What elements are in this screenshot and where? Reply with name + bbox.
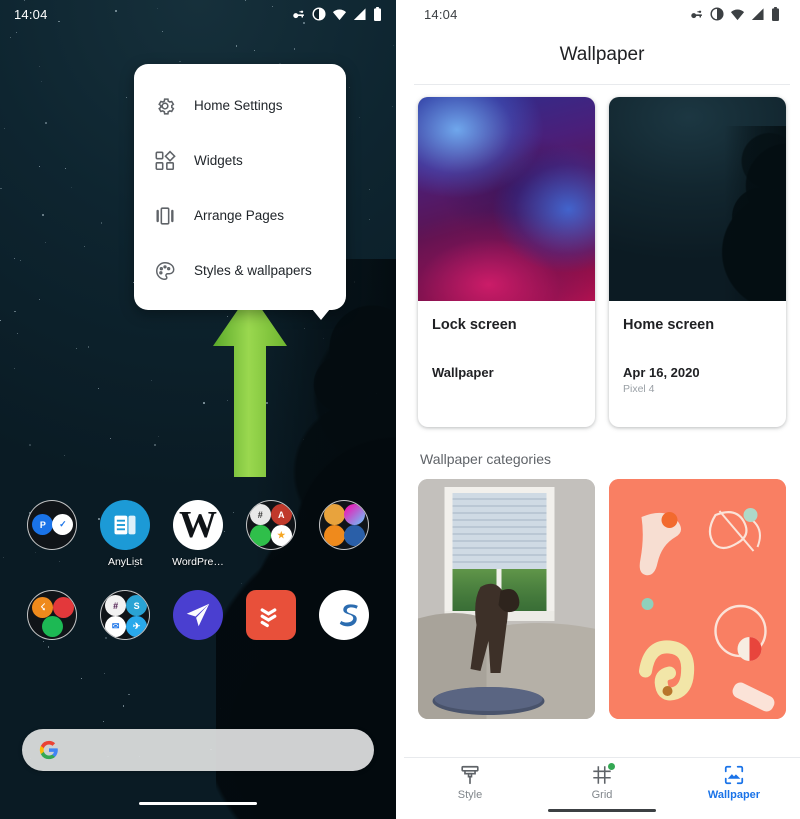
preview-detail: Pixel 4 (623, 383, 655, 395)
cellular-signal-icon (353, 7, 367, 21)
folder-chat-apps[interactable]: # S ✉ ✈ (93, 590, 157, 646)
grid-icon (591, 763, 615, 786)
status-time: 14:04 (424, 6, 458, 22)
cellular-signal-icon (751, 7, 765, 21)
grid-badge-dot (608, 763, 615, 770)
wifi-icon (332, 8, 347, 21)
my-photos-category[interactable] (418, 479, 595, 719)
folder-blue-apps[interactable]: P ✓ (20, 500, 84, 556)
wallpaper-preview-row: Lock screen Wallpaper Home screen Apr 16… (404, 85, 800, 427)
coral-abstract-shapes (609, 479, 786, 719)
preview-meta: Lock screen Wallpaper (418, 301, 595, 427)
widgets-icon (154, 150, 176, 172)
status-icons (291, 7, 382, 21)
google-g-icon (39, 740, 58, 760)
dog-at-window-photo (418, 479, 595, 719)
nav-label: Style (457, 789, 483, 801)
preview-title: Lock screen (432, 317, 517, 333)
battery-icon (373, 7, 382, 21)
bottom-navigation-bar: Style Grid Wallpaper (404, 757, 800, 819)
preview-title: Home screen (623, 317, 715, 333)
wordpress-app[interactable]: W WordPre… (166, 500, 230, 568)
preview-subtitle: Apr 16, 2020 (623, 365, 700, 380)
preview-subtitle: Wallpaper (432, 365, 494, 380)
page-title: Wallpaper (559, 44, 645, 65)
google-search-bar[interactable] (22, 729, 374, 771)
do-not-disturb-icon (710, 7, 724, 21)
status-bar: 14:04 (0, 0, 396, 28)
nav-label: Wallpaper (707, 789, 761, 801)
menu-item-label: Arrange Pages (194, 208, 285, 223)
wallpaper-frame-icon (723, 764, 745, 786)
todoist-app[interactable] (239, 590, 303, 646)
wifi-icon (730, 8, 745, 21)
right-phone-wallpaper-app: 14:04 Wallpaper Lock screen Wallpaper Ho… (404, 0, 800, 819)
nav-tab-wallpaper[interactable]: Wallpaper (668, 764, 800, 801)
spark-mail-app[interactable] (166, 590, 230, 646)
menu-item-styles-wallpapers[interactable]: Styles & wallpapers (134, 243, 346, 298)
green-up-arrow (213, 292, 287, 477)
phone-divider (396, 0, 404, 819)
menu-item-label: Widgets (194, 153, 243, 168)
simplenote-app[interactable] (312, 590, 376, 646)
gesture-navigation-bar[interactable] (548, 809, 656, 812)
wallpaper-categories-row (404, 479, 800, 719)
dual-phone-screenshot: 14:04 Home Settings Widgets Arrange Page… (0, 0, 800, 819)
do-not-disturb-icon (312, 7, 326, 21)
nebula-purple-wallpaper (418, 97, 595, 301)
app-row-1: P ✓ AnyList W WordPre… # A ★ (0, 500, 396, 568)
night-sky-tree-wallpaper (609, 97, 786, 301)
tree-silhouette (712, 126, 786, 301)
arrange-pages-icon (154, 205, 176, 227)
app-row-2: ☇ # S ✉ ✈ (0, 590, 396, 646)
palette-icon (156, 261, 175, 280)
folder-misc-apps[interactable]: # A ★ (239, 500, 303, 556)
status-time: 14:04 (14, 6, 48, 22)
folder-media-apps[interactable]: ☇ (20, 590, 84, 646)
vpn-key-icon (291, 8, 306, 21)
living-universe-category[interactable] (609, 479, 786, 719)
nav-label: Grid (591, 789, 613, 801)
vpn-key-icon (689, 8, 704, 21)
nav-tab-grid[interactable]: Grid (536, 763, 668, 801)
app-label: WordPre… (172, 556, 224, 568)
menu-item-arrange-pages[interactable]: Arrange Pages (134, 188, 346, 243)
app-grid: P ✓ AnyList W WordPre… # A ★ ☇ # S ✉ ✈ (0, 500, 396, 646)
menu-item-home-settings[interactable]: Home Settings (134, 78, 346, 133)
folder-orange-apps[interactable] (312, 500, 376, 556)
preview-meta: Home screen Apr 16, 2020 Pixel 4 (609, 301, 786, 427)
nav-tab-style[interactable]: Style (404, 764, 536, 801)
home-long-press-popup-menu[interactable]: Home Settings Widgets Arrange Pages Styl… (134, 64, 346, 320)
app-label: AnyList (107, 556, 143, 568)
gesture-navigation-bar[interactable] (139, 801, 257, 805)
menu-item-label: Home Settings (194, 98, 283, 113)
menu-item-widgets[interactable]: Widgets (134, 133, 346, 188)
left-phone-home-screen: 14:04 Home Settings Widgets Arrange Page… (0, 0, 396, 819)
anylist-app[interactable]: AnyList (93, 500, 157, 568)
gear-icon (154, 95, 176, 117)
home-screen-preview-card[interactable]: Home screen Apr 16, 2020 Pixel 4 (609, 97, 786, 427)
status-icons (689, 7, 780, 21)
section-title-wallpaper-categories: Wallpaper categories (420, 451, 551, 467)
status-bar: 14:04 (404, 0, 800, 28)
menu-item-label: Styles & wallpapers (194, 263, 312, 278)
battery-icon (771, 7, 780, 21)
lock-screen-preview-card[interactable]: Lock screen Wallpaper (418, 97, 595, 427)
paint-brush-icon (459, 764, 481, 786)
